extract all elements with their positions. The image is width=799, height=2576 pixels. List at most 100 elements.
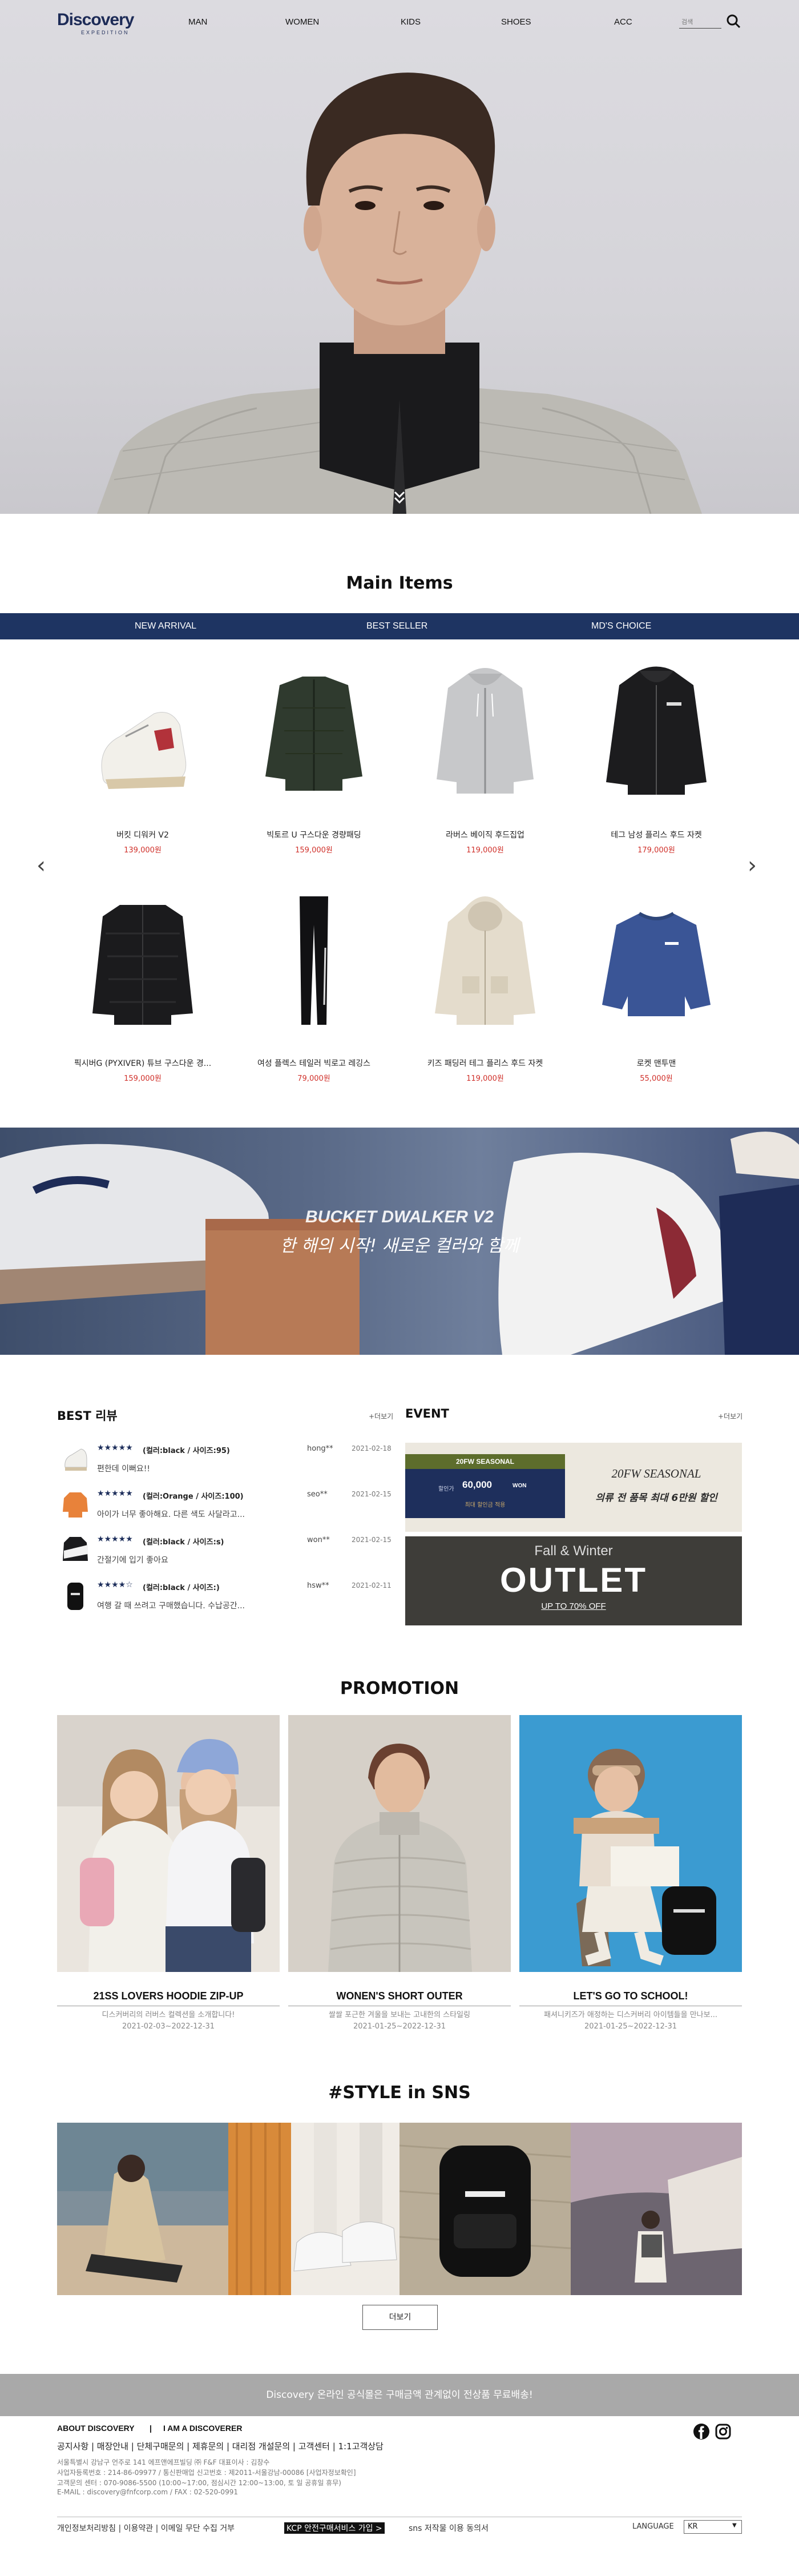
footer-policy-links[interactable]: 개인정보처리방침 | 이용약관 | 이메일 무단 수집 거부 [57,2522,235,2534]
language-select[interactable]: KR ▼ [684,2520,742,2534]
event-seasonal-heading: 20FW SEASONAL [611,1467,701,1480]
review-item[interactable]: ★★★★★ (컬러:black / 사이즈:95) 편한데 이뻐요!! hong… [57,1442,394,1482]
product-price: 159,000원 [124,1074,162,1083]
nav-acc[interactable]: ACC [614,17,632,27]
nav-shoes[interactable]: SHOES [501,17,531,27]
event-coupon-sub: 최대 할인금 적용 [465,1502,506,1508]
language-label: LANGUAGE [632,2522,674,2531]
product-image[interactable] [86,662,200,799]
promotion-image[interactable] [57,1715,280,1972]
review-item[interactable]: ★★★★★ (컬러:black / 사이즈:s) 간절기에 입기 좋아요 won… [57,1533,394,1573]
sns-title: #STYLE in SNS [328,2083,471,2103]
product-image[interactable] [86,891,200,1028]
site-header: Discovery EXPEDITION MAN WOMEN KIDS SHOE… [0,0,799,48]
product-name[interactable]: 빅토르 U 구스다운 경량패딩 [234,829,394,840]
promotion-image[interactable] [519,1715,742,1972]
product-card[interactable]: 라버스 베이직 후드집업 119,000원 [405,662,565,862]
review-product-thumb [62,1533,89,1567]
product-card[interactable]: 버킷 디워커 V2 139,000원 [63,662,223,862]
slider-prev-icon[interactable]: ‹ [37,854,46,877]
banner-headline: BUCKET DWALKER V2 [305,1208,494,1226]
promotion-card-title[interactable]: WONEN'S SHORT OUTER [288,1990,511,2002]
review-product-thumb [62,1579,89,1612]
review-user: hong** [307,1444,333,1453]
review-option: (컬러:black / 사이즈:s) [143,1538,224,1547]
free-shipping-banner: Discovery 온라인 공식몰은 구매금액 관계없이 전상품 무료배송! [0,2374,799,2416]
nav-kids[interactable]: KIDS [401,17,421,27]
hero-model-image [97,73,702,514]
event-coupon-price: 60,000 [462,1479,492,1490]
review-product-thumb [62,1488,89,1521]
promotion-card-title[interactable]: LET'S GO TO SCHOOL! [519,1990,742,2002]
event-seasonal-desc: 의류 전 품목 최대 6만원 할인 [595,1492,717,1504]
search-input[interactable]: 검색 [679,15,721,29]
sns-photo[interactable] [571,2123,742,2295]
event-outlet-banner[interactable]: Fall & Winter OUTLET UP TO 70% OFF [405,1536,742,1625]
review-stars: ★★★★★ [97,1535,133,1544]
product-price: 159,000원 [295,846,333,855]
product-image[interactable] [257,662,371,799]
product-name[interactable]: 로켓 맨투맨 [576,1057,736,1069]
product-card[interactable]: 픽시버G (PYXIVER) 튜브 구스다운 경... 159,000원 [63,891,223,1090]
product-card[interactable]: 로켓 맨투맨 55,000원 [576,891,736,1090]
tab-best-seller[interactable]: BEST SELLER [366,621,427,631]
review-stars: ★★★★★ [97,1489,133,1498]
promotion-card-title[interactable]: 21SS LOVERS HOODIE ZIP-UP [57,1990,280,2002]
review-stars: ★★★★☆ [97,1580,133,1589]
product-name[interactable]: 라버스 베이직 후드집업 [405,829,565,840]
tab-mds-choice[interactable]: MD'S CHOICE [591,621,651,631]
footer-nav[interactable]: 공지사항 | 매장안내 | 단체구매문의 | 제휴문의 | 대리점 개설문의 |… [57,2440,384,2452]
promotion-card-desc: 디스커버리의 러버스 컬렉션을 소개합니다! [102,2011,235,2019]
product-card[interactable]: 키즈 패딩러 테그 플리스 후드 자켓 119,000원 [405,891,565,1090]
review-item[interactable]: ★★★★★ (컬러:Orange / 사이즈:100) 아이가 너무 좋아해요.… [57,1488,394,1528]
review-date: 2021-02-15 [352,1490,392,1498]
product-image[interactable] [599,891,713,1028]
product-name[interactable]: 버킷 디워커 V2 [63,829,223,840]
footer-about-link[interactable]: ABOUT DISCOVERY [57,2424,135,2433]
sns-copyright-link[interactable]: sns 저작물 이용 동의서 [409,2522,489,2534]
product-price: 119,000원 [466,1074,504,1083]
nav-women[interactable]: WOMEN [285,17,319,27]
promo-banner[interactable]: BUCKET DWALKER V2 한 해의 시작! 새로운 컬러와 함께 [0,1128,799,1355]
facebook-icon[interactable] [693,2423,710,2440]
kcp-badge[interactable]: KCP 안전구매서비스 가입 > [284,2522,385,2534]
review-stars: ★★★★★ [97,1443,133,1452]
instagram-icon[interactable] [715,2423,732,2440]
review-more-link[interactable]: +더보기 [369,1411,393,1421]
product-card[interactable]: 빅토르 U 구스다운 경량패딩 159,000원 [234,662,394,862]
review-item[interactable]: ★★★★☆ (컬러:black / 사이즈:) 여행 갈 때 쓰려고 구매했습니… [57,1579,394,1619]
product-name[interactable]: 키즈 패딩러 테그 플리스 후드 자켓 [405,1057,565,1069]
search-icon[interactable] [726,14,741,29]
review-option: (컬러:black / 사이즈:95) [143,1447,230,1455]
product-image[interactable] [257,891,371,1028]
promotion-card-date: 2021-02-03~2022-12-31 [122,2022,215,2031]
outlet-heading: OUTLET [500,1561,647,1599]
product-card[interactable]: 테그 남성 플리스 후드 자켓 179,000원 [576,662,736,862]
product-image[interactable] [428,891,542,1028]
product-name[interactable]: 여성 플렉스 테일러 빅로고 레깅스 [234,1057,394,1069]
product-image[interactable] [599,662,713,799]
promotion-card-desc: 패셔니키즈가 애정하는 디스커버리 아이템들을 만나보... [543,2011,717,2019]
product-card[interactable]: 여성 플렉스 테일러 빅로고 레깅스 79,000원 [234,891,394,1090]
sns-photo[interactable] [400,2123,571,2295]
hero-visual [0,0,799,514]
product-name[interactable]: 픽시버G (PYXIVER) 튜브 구스다운 경... [63,1057,223,1069]
sns-photo[interactable] [57,2123,228,2295]
slider-next-icon[interactable]: › [748,854,757,877]
footer-iam-link[interactable]: I AM A DISCOVERER [163,2424,242,2433]
scroll-down-icon[interactable] [390,489,409,508]
tab-new-arrival[interactable]: NEW ARRIVAL [135,621,196,631]
sns-more-button[interactable]: 더보기 [362,2305,438,2330]
sns-photo[interactable] [228,2123,400,2295]
review-product-thumb [62,1442,89,1475]
product-image[interactable] [428,662,542,799]
language-selected: KR [688,2522,698,2531]
footer-company-info: 서울특별시 강남구 언주로 141 에프앤에프빌딩 ㈜ F&F 대표이사 : 김… [57,2458,270,2466]
review-user: won** [307,1536,330,1544]
nav-man[interactable]: MAN [188,17,207,27]
event-seasonal-banner[interactable]: 20FW SEASONAL 할인가 60,000 WON 최대 할인금 적용 2… [405,1443,742,1532]
product-name[interactable]: 테그 남성 플리스 후드 자켓 [576,829,736,840]
promotion-image[interactable] [288,1715,511,1972]
event-more-link[interactable]: +더보기 [718,1411,742,1421]
discovery-logo[interactable]: Discovery EXPEDITION [57,10,151,38]
